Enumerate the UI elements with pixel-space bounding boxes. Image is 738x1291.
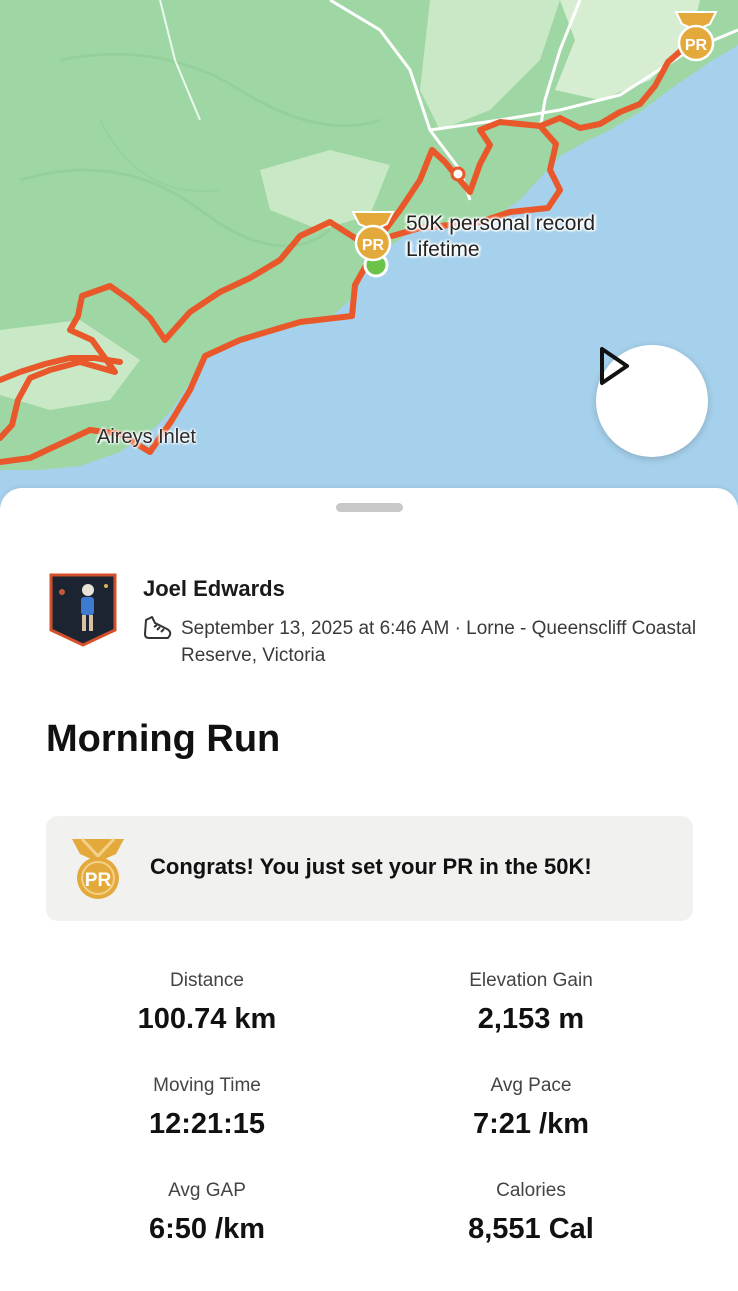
run-shoe-icon: [144, 616, 172, 639]
stat-label: Calories: [496, 1180, 566, 1201]
stat-label: Moving Time: [153, 1075, 261, 1096]
stat-label: Avg Pace: [490, 1075, 572, 1096]
activity-title: Morning Run: [46, 718, 281, 760]
stat-value: 100.74 km: [137, 1003, 277, 1035]
pr-marker-subtitle: Lifetime: [406, 238, 480, 261]
corner-pr-medal-icon: PR: [674, 11, 718, 62]
stat-distance: Distance 100.74 km: [47, 970, 367, 1036]
place-label: Aireys Inlet: [97, 426, 196, 448]
play-icon: [600, 347, 629, 385]
svg-text:PR: PR: [362, 237, 385, 254]
svg-text:PR: PR: [85, 870, 112, 891]
stat-avg-gap: Avg GAP 6:50 /km: [47, 1180, 367, 1246]
pr-marker-title: 50K personal record: [406, 212, 596, 235]
avatar[interactable]: [48, 572, 118, 648]
activity-meta: September 13, 2025 at 6:46 AM · Lorne - …: [181, 618, 697, 666]
sheet-drag-handle[interactable]: [336, 503, 403, 512]
stat-label: Elevation Gain: [469, 970, 593, 991]
pr-medal-icon: PR: [72, 837, 124, 899]
stat-value: 7:21 /km: [472, 1108, 590, 1140]
stat-value: 12:21:15: [148, 1108, 266, 1140]
pr-marker-label: 50K personal record Lifetime: [406, 211, 595, 263]
waypoint-marker: [450, 166, 466, 182]
pr-medal-icon: PR: [351, 211, 395, 262]
stat-label: Distance: [170, 970, 244, 991]
stat-elevation-gain: Elevation Gain 2,153 m: [371, 970, 691, 1036]
pr-congrats-card[interactable]: PR Congrats! You just set your PR in the…: [46, 816, 693, 921]
athlete-name[interactable]: Joel Edwards: [143, 576, 285, 602]
svg-text:PR: PR: [685, 37, 708, 54]
play-flyover-button[interactable]: [596, 345, 708, 457]
route-map[interactable]: PR PR 50K personal record Lifetime Airey…: [0, 0, 738, 520]
congrats-text: Congrats! You just set your PR in the 50…: [150, 854, 592, 879]
stat-label: Avg GAP: [168, 1180, 246, 1201]
activity-sheet: Joel Edwards September 13, 2025 at 6:46 …: [0, 488, 738, 1291]
stat-moving-time: Moving Time 12:21:15: [47, 1075, 367, 1141]
stat-value: 6:50 /km: [148, 1213, 266, 1245]
stat-value: 8,551 Cal: [468, 1213, 594, 1245]
stat-avg-pace: Avg Pace 7:21 /km: [371, 1075, 691, 1141]
stat-value: 2,153 m: [477, 1003, 585, 1035]
stat-calories: Calories 8,551 Cal: [371, 1180, 691, 1246]
